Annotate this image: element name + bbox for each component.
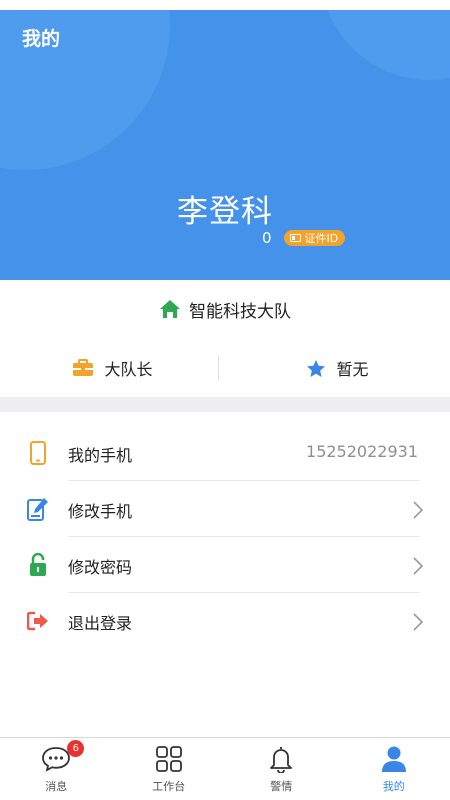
id-badge[interactable]: 证件ID bbox=[283, 230, 346, 246]
id-row: 0 证件ID bbox=[262, 229, 346, 247]
tab-mine[interactable]: 我的 bbox=[338, 738, 450, 800]
tab-label: 工作台 bbox=[152, 780, 186, 793]
settings-menu: 我的手机 15252022931 修改手机 修改密码 退出登录 bbox=[0, 425, 450, 649]
roles-divider bbox=[218, 356, 219, 380]
phone-icon bbox=[25, 440, 51, 466]
tab-label: 我的 bbox=[382, 780, 405, 793]
menu-item-logout[interactable]: 退出登录 bbox=[0, 593, 450, 649]
edit-phone-icon bbox=[25, 496, 51, 522]
tab-bar: 6 消息 工作台 警情 我的 bbox=[0, 737, 450, 800]
section-gap bbox=[0, 397, 450, 412]
chevron-right-icon bbox=[413, 557, 424, 575]
tab-workbench[interactable]: 工作台 bbox=[113, 738, 226, 800]
tab-messages[interactable]: 6 消息 bbox=[0, 738, 113, 800]
chevron-right-icon bbox=[413, 501, 424, 519]
tab-label: 消息 bbox=[45, 780, 68, 793]
bell-icon bbox=[270, 747, 293, 773]
role-rank: 暂无 bbox=[225, 356, 450, 380]
chevron-right-icon bbox=[413, 613, 424, 631]
menu-item-my-phone[interactable]: 我的手机 15252022931 bbox=[0, 425, 450, 481]
id-badge-label: 证件ID bbox=[304, 232, 339, 245]
menu-label: 退出登录 bbox=[68, 614, 133, 633]
grid-icon bbox=[155, 746, 182, 772]
role-position: 大队长 bbox=[0, 356, 225, 380]
tab-alerts[interactable]: 警情 bbox=[225, 738, 338, 800]
team-name: 智能科技大队 bbox=[189, 301, 291, 322]
tab-label: 警情 bbox=[270, 780, 293, 793]
briefcase-icon bbox=[73, 359, 94, 376]
role-rank-label: 暂无 bbox=[336, 360, 369, 379]
status-bar bbox=[0, 0, 450, 10]
star-icon bbox=[307, 359, 326, 377]
menu-label: 修改密码 bbox=[68, 558, 133, 577]
menu-item-change-phone[interactable]: 修改手机 bbox=[0, 481, 450, 537]
menu-label: 修改手机 bbox=[68, 502, 133, 521]
logout-icon bbox=[25, 608, 51, 634]
page-title: 我的 bbox=[22, 28, 61, 50]
menu-label: 我的手机 bbox=[68, 446, 133, 465]
role-position-label: 大队长 bbox=[104, 360, 153, 379]
user-icon bbox=[381, 746, 406, 772]
roles-row: 大队长 暂无 bbox=[0, 350, 450, 386]
unread-badge: 6 bbox=[67, 740, 85, 757]
user-name: 李登科 bbox=[177, 194, 273, 230]
home-icon bbox=[160, 300, 180, 318]
phone-number: 15252022931 bbox=[306, 442, 418, 461]
id-card-icon bbox=[289, 234, 301, 242]
id-count: 0 bbox=[262, 229, 272, 247]
profile-header: 我的 李登科 0 证件ID bbox=[0, 10, 450, 280]
header-decor-circle bbox=[320, 10, 450, 80]
team-row: 智能科技大队 bbox=[0, 288, 450, 330]
menu-item-change-password[interactable]: 修改密码 bbox=[0, 537, 450, 593]
unlock-icon bbox=[25, 552, 51, 578]
